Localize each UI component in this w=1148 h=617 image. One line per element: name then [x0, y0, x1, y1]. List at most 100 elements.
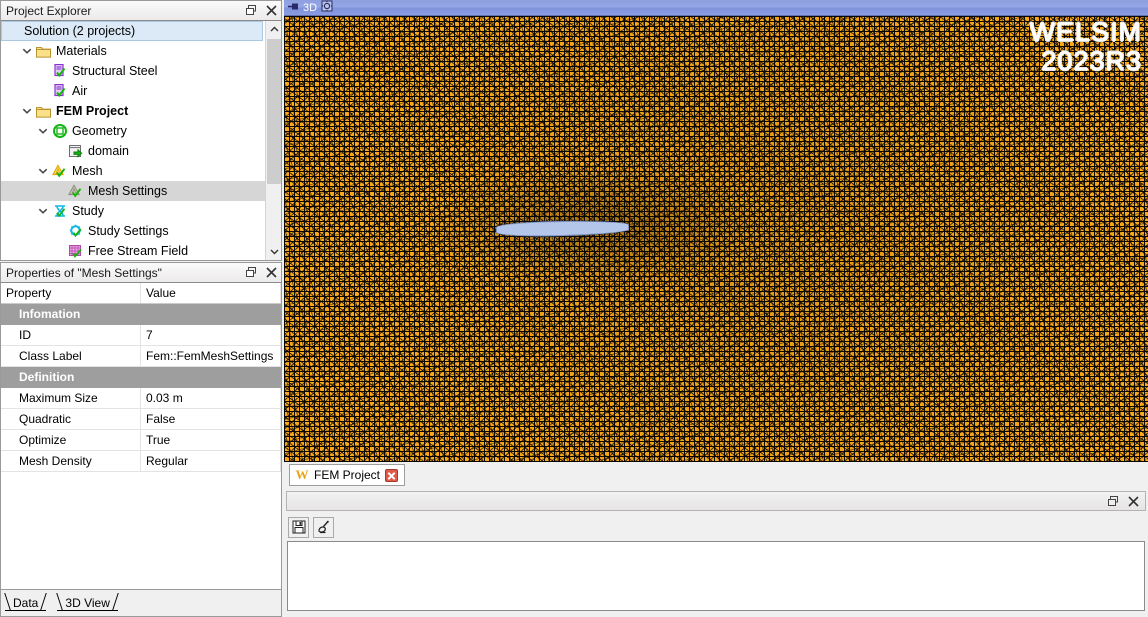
property-value[interactable]: True	[141, 430, 281, 451]
folder-icon	[35, 103, 52, 119]
properties-group-row: Infomation	[1, 304, 281, 325]
tree-scrollbar-thumb[interactable]	[267, 39, 281, 184]
tree-item-label: FEM Project	[56, 104, 128, 118]
properties-titlebar: Properties of "Mesh Settings"	[0, 262, 282, 283]
left-sheet-tabs: Data 3D View	[0, 590, 282, 617]
close-icon[interactable]	[1123, 493, 1143, 510]
tree-indent-spacer	[4, 23, 20, 39]
property-name: Mesh Density	[1, 451, 141, 472]
material-icon	[51, 83, 68, 99]
properties-row[interactable]: Mesh DensityRegular	[1, 451, 281, 472]
tree-indent-spacer	[51, 183, 67, 199]
chevron-down-icon[interactable]	[266, 243, 282, 260]
mesh-settings-icon	[67, 183, 84, 199]
project-tab-fem-project[interactable]: W FEM Project	[289, 464, 405, 486]
sheet-tab-data[interactable]: Data	[5, 593, 46, 611]
save-output-button[interactable]	[288, 517, 309, 538]
tree-item-label: domain	[88, 144, 129, 158]
property-value[interactable]: 7	[141, 325, 281, 346]
chevron-down-icon[interactable]	[19, 103, 35, 119]
sheet-tab-label: 3D View	[65, 596, 109, 610]
study-icon	[51, 203, 68, 219]
sheet-tab-label: Data	[13, 596, 38, 610]
tree-indent-spacer	[51, 223, 67, 239]
property-value[interactable]: Fem::FemMeshSettings	[141, 346, 281, 367]
float-icon[interactable]	[241, 264, 261, 281]
project-explorer-title: Project Explorer	[6, 4, 241, 18]
properties-grid-container: Property Value InfomationID7Class LabelF…	[0, 283, 282, 590]
tree-item-air[interactable]: Air	[1, 81, 265, 101]
viewport-title: 3D	[303, 2, 317, 14]
property-value[interactable]: Regular	[141, 451, 281, 472]
chevron-down-icon[interactable]	[35, 123, 51, 139]
float-icon[interactable]	[1103, 493, 1123, 510]
properties-row[interactable]: ID7	[1, 325, 281, 346]
clear-output-button[interactable]	[313, 517, 334, 538]
output-text-area[interactable]	[287, 541, 1145, 611]
properties-row[interactable]: Class LabelFem::FemMeshSettings	[1, 346, 281, 367]
properties-row[interactable]: Maximum Size0.03 m	[1, 388, 281, 409]
tree-item-label: Free Stream Field	[88, 244, 188, 258]
tree-item-solution-2-projects[interactable]: Solution (2 projects)	[1, 21, 263, 41]
geometry-icon	[51, 123, 68, 139]
tree-item-label: Geometry	[72, 124, 127, 138]
project-explorer-titlebar: Project Explorer	[0, 0, 282, 21]
tree-item-free-stream-field[interactable]: Free Stream Field	[1, 241, 265, 260]
material-icon	[51, 63, 68, 79]
properties-group-row: Definition	[1, 367, 281, 388]
tree-item-label: Mesh	[72, 164, 103, 178]
tree-item-mesh-settings[interactable]: Mesh Settings	[1, 181, 265, 201]
project-tab-strip: W FEM Project	[284, 462, 1148, 488]
tree-scrollbar[interactable]	[265, 21, 281, 260]
properties-panel: Properties of "Mesh Settings" Property V…	[0, 262, 282, 590]
finite-element-mesh	[284, 16, 1148, 462]
project-tab-label: FEM Project	[314, 468, 380, 482]
mesh-icon	[51, 163, 68, 179]
property-name: Maximum Size	[1, 388, 141, 409]
properties-header-row: Property Value	[1, 283, 281, 304]
tree-indent-spacer	[35, 63, 51, 79]
pin-icon[interactable]	[288, 2, 299, 14]
float-icon[interactable]	[241, 2, 261, 19]
output-titlebar	[286, 491, 1146, 511]
broom-icon	[316, 520, 331, 535]
property-value[interactable]: 0.03 m	[141, 388, 281, 409]
tree-indent-spacer	[35, 83, 51, 99]
free-stream-icon	[67, 243, 84, 259]
property-value[interactable]: False	[141, 409, 281, 430]
property-name: ID	[1, 325, 141, 346]
chevron-down-icon[interactable]	[35, 163, 51, 179]
tree-item-domain[interactable]: domain	[1, 141, 265, 161]
tree-item-fem-project[interactable]: FEM Project	[1, 101, 265, 121]
close-icon[interactable]	[261, 264, 281, 281]
properties-grid: Property Value InfomationID7Class LabelF…	[1, 283, 281, 472]
output-panel	[284, 489, 1148, 617]
chevron-down-icon[interactable]	[19, 43, 35, 59]
tree-item-study-settings[interactable]: Study Settings	[1, 221, 265, 241]
properties-row[interactable]: QuadraticFalse	[1, 409, 281, 430]
view-settings-icon[interactable]	[321, 0, 333, 15]
properties-row[interactable]: OptimizeTrue	[1, 430, 281, 451]
tree-item-structural-steel[interactable]: Structural Steel	[1, 61, 265, 81]
tree-item-geometry[interactable]: Geometry	[1, 121, 265, 141]
viewport-panel: 3D WELSIM 2023R3	[284, 0, 1148, 462]
tree-item-label: Study	[72, 204, 104, 218]
properties-title: Properties of "Mesh Settings"	[6, 266, 241, 280]
tree-item-study[interactable]: Study	[1, 201, 265, 221]
floppy-disk-icon	[292, 520, 306, 534]
close-icon[interactable]	[261, 2, 281, 19]
sheet-tab-3d-view[interactable]: 3D View	[57, 593, 117, 611]
properties-group-label: Infomation	[1, 304, 281, 325]
properties-header-value: Value	[141, 283, 281, 304]
tree-indent-spacer	[51, 243, 67, 259]
close-icon[interactable]	[385, 469, 398, 482]
tree-item-mesh[interactable]: Mesh	[1, 161, 265, 181]
property-name: Quadratic	[1, 409, 141, 430]
viewport-canvas[interactable]: WELSIM 2023R3	[284, 16, 1148, 462]
chevron-down-icon[interactable]	[35, 203, 51, 219]
property-name: Class Label	[1, 346, 141, 367]
tree-item-materials[interactable]: Materials	[1, 41, 265, 61]
output-toolbar	[286, 514, 1146, 540]
chevron-up-icon[interactable]	[266, 21, 282, 38]
project-tree[interactable]: Solution (2 projects)MaterialsStructural…	[1, 21, 265, 260]
